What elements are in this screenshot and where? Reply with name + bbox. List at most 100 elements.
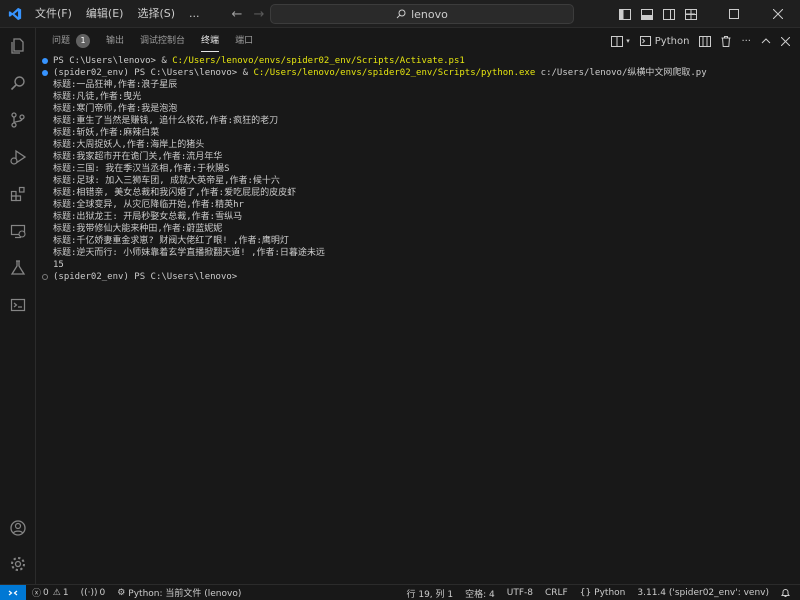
terminal-output-line: 15: [53, 260, 64, 270]
terminal-command-path: C:/Users/lenovo/envs/spider02_env/Script…: [253, 68, 536, 78]
terminal-line: PS C:\Users\lenovo> & C:/Users/lenovo/en…: [53, 55, 465, 67]
terminal-output-line: 标题:千亿娇妻重金求崽? 财阀大佬红了眼! ,作者:鹰明灯: [53, 236, 289, 246]
terminal-command-path: C:/Users/lenovo/envs/spider02_env/Script…: [172, 56, 465, 66]
terminal-view-icon[interactable]: [0, 287, 36, 323]
menu-selection[interactable]: 选择(S): [130, 0, 182, 28]
remote-indicator-icon[interactable]: [0, 584, 26, 600]
testing-icon[interactable]: [0, 250, 36, 286]
warning-icon: ⚠: [52, 587, 61, 598]
terminal-line: (spider02_env) PS C:\Users\lenovo> & C:/…: [53, 67, 707, 79]
navigation-buttons: ← →: [226, 0, 270, 28]
encoding[interactable]: UTF-8: [501, 585, 539, 600]
terminal-output-line: 标题:相错亲, 美女总裁和我闪婚了,作者:爱吃屁屁的皮皮虾: [53, 188, 297, 198]
problems-count-badge: 1: [76, 34, 91, 48]
toggle-primary-sidebar-icon[interactable]: [614, 0, 636, 28]
python-interpreter[interactable]: 3.11.4 ('spider02_env': venv): [631, 585, 775, 600]
back-arrow-icon[interactable]: ←: [226, 7, 248, 22]
chevron-up-icon[interactable]: [756, 28, 776, 54]
toggle-panel-icon[interactable]: [636, 0, 658, 28]
ports-status[interactable]: ((·)) 0: [75, 585, 112, 600]
status-bar-right: 行 19, 列 1 空格: 4 UTF-8 CRLF {} Python 3.1…: [400, 585, 796, 600]
close-icon[interactable]: [756, 0, 800, 28]
status-bar: ⓧ 0 ⚠ 1 ((·)) 0 ⚙ Python: 当前文件 (lenovo) …: [0, 584, 800, 600]
menu-more[interactable]: ...: [182, 0, 207, 28]
terminal-output-line: 标题:斩妖,作者:麻辣白菜: [53, 128, 160, 138]
tab-terminal-label: 终端: [201, 36, 220, 46]
error-count: 0: [43, 587, 49, 598]
terminal-output-line: 标题:出狱龙王: 开局秒娶女总裁,作者:雪纵马: [53, 212, 243, 222]
ports-count: 0: [99, 587, 106, 598]
terminal-output-line: 标题:逆天而行: 小师妹靠着玄学直播掀翻天道! ,作者:日暮途未远: [53, 248, 325, 258]
title-bar: 文件(F) 编辑(E) 选择(S) ... ← → lenovo: [0, 0, 800, 28]
tab-output[interactable]: 输出: [98, 28, 132, 54]
terminal[interactable]: PS C:\Users\lenovo> & C:/Users/lenovo/en…: [36, 54, 800, 584]
more-actions-icon[interactable]: ···: [736, 28, 756, 54]
remote-explorer-icon[interactable]: [0, 213, 36, 249]
search-icon: [396, 9, 406, 19]
radio-tower-icon: ((·)): [80, 587, 98, 598]
menu-file[interactable]: 文件(F): [28, 0, 79, 28]
menu-bar: 文件(F) 编辑(E) 选择(S) ...: [28, 0, 207, 28]
minimize-icon[interactable]: [668, 0, 712, 28]
end-of-line[interactable]: CRLF: [539, 585, 574, 600]
tab-output-label: 输出: [106, 36, 125, 46]
menu-edit[interactable]: 编辑(E): [79, 0, 131, 28]
command-decoration-icon[interactable]: [42, 274, 48, 280]
warning-count: 1: [62, 587, 69, 598]
command-center-text: lenovo: [411, 7, 448, 21]
terminal-output-line: 标题:大周捉妖人,作者:海岸上的猪头: [53, 140, 205, 150]
close-panel-icon[interactable]: [776, 28, 800, 54]
trash-icon[interactable]: [716, 28, 736, 54]
tab-debug-console[interactable]: 调试控制台: [132, 28, 193, 54]
terminal-profile[interactable]: Python: [635, 28, 695, 54]
command-center[interactable]: lenovo: [270, 4, 574, 24]
terminal-output-line: 标题:足球: 加入三狮车团, 成就大英帝星,作者:候十六: [53, 176, 280, 186]
terminal-prompt: PS C:\Users\lenovo> &: [53, 56, 173, 66]
search-icon[interactable]: [0, 65, 36, 101]
terminal-output-line: 标题:三国: 我在季汉当丞相,作者:于秋陽S: [53, 164, 230, 174]
error-icon: ⓧ: [32, 589, 42, 599]
terminal-output-line: 标题:重生了当然是赚钱, 追什么校花,作者:疯狂的老刀: [53, 116, 279, 126]
split-editor-icon[interactable]: [694, 28, 716, 54]
tab-terminal[interactable]: 终端: [193, 28, 227, 54]
terminal-output-line: 标题:我家超市开在诡门关,作者:流月年华: [53, 152, 223, 162]
terminal-output-line: 标题:凡徒,作者:曳光: [53, 92, 142, 102]
tab-problems-label: 问题: [52, 36, 71, 46]
tab-ports-label: 端口: [235, 36, 254, 46]
chevron-down-icon[interactable]: ▾: [626, 37, 630, 45]
language-label: Python: [594, 588, 626, 598]
terminal-profile-label: Python: [654, 35, 690, 47]
language-mode[interactable]: {} Python: [574, 585, 632, 600]
tab-problems[interactable]: 问题 1: [36, 28, 98, 54]
command-decoration-icon[interactable]: [42, 58, 48, 64]
terminal-icon: [639, 36, 651, 46]
terminal-output-line: 标题:一品狂神,作者:浪子星辰: [53, 80, 178, 90]
problems-status[interactable]: ⓧ 0 ⚠ 1: [26, 585, 75, 600]
terminal-output-line: 标题:我带修仙大能来种田,作者:蔚蓝妮妮: [53, 224, 223, 234]
terminal-final-prompt: (spider02_env) PS C:\Users\lenovo>: [53, 272, 238, 282]
maximize-icon[interactable]: [712, 0, 756, 28]
braces-icon: {}: [579, 588, 592, 598]
cursor-position[interactable]: 行 19, 列 1: [400, 585, 459, 600]
explorer-icon[interactable]: [0, 28, 36, 64]
debug-config-icon: ⚙: [117, 587, 126, 598]
python-file-label: Python: 当前文件 (lenovo): [128, 589, 242, 599]
vscode-logo-icon: [2, 0, 28, 28]
panel-actions: ▾ Python ···: [606, 28, 800, 54]
accounts-icon[interactable]: [0, 510, 36, 546]
command-decoration-icon[interactable]: [42, 70, 48, 76]
python-run-status[interactable]: ⚙ Python: 当前文件 (lenovo): [111, 585, 247, 600]
terminal-command-args: c:/Users/lenovo/纵横中文网爬取.py: [535, 68, 707, 78]
indentation[interactable]: 空格: 4: [459, 585, 501, 600]
window-controls: [668, 0, 800, 28]
tab-ports[interactable]: 端口: [227, 28, 261, 54]
source-control-icon[interactable]: [0, 102, 36, 138]
run-and-debug-icon[interactable]: [0, 139, 36, 175]
bell-icon[interactable]: [775, 585, 796, 600]
tab-debug-console-label: 调试控制台: [140, 36, 186, 46]
extensions-icon[interactable]: [0, 176, 36, 212]
forward-arrow-icon[interactable]: →: [248, 7, 270, 22]
split-terminal-icon[interactable]: ▾: [606, 28, 635, 54]
gear-icon[interactable]: [0, 546, 36, 582]
activity-bar: [0, 28, 36, 584]
